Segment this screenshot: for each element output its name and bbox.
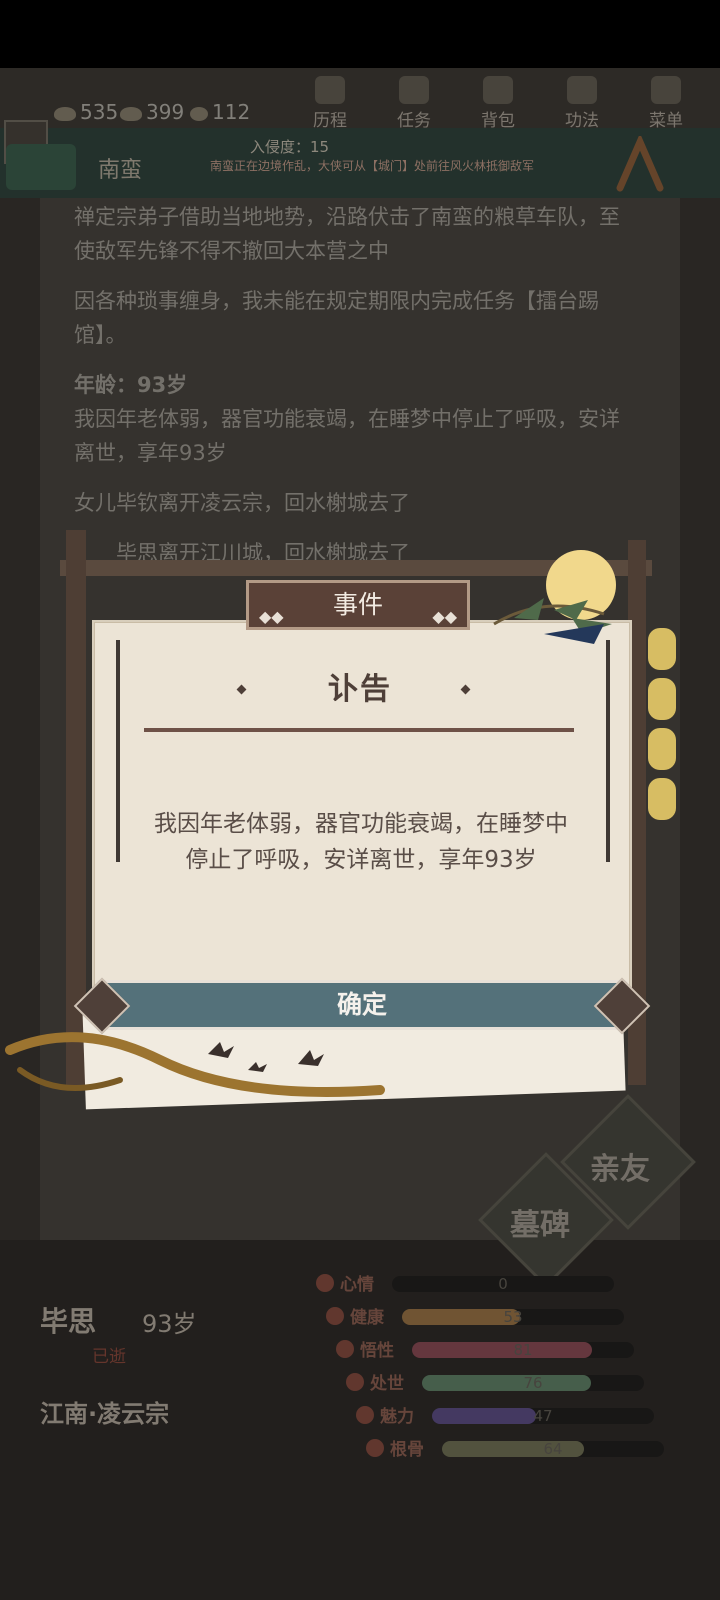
title-divider [144,728,574,732]
event-tag: ◆◆ 事件 ◆◆ [246,580,470,630]
lantern-icon [648,778,676,820]
golden-swirl-decoration [5,1032,385,1097]
dialog-title: 讣告 [328,672,392,707]
bamboo-leaves-icon [493,598,612,644]
diamond-ornament-icon: ◆◆ [432,607,457,626]
lantern-icon [648,628,676,670]
event-tag-label: 事件 [332,590,383,619]
dialog-body: 我因年老体弱，器官功能衰竭，在睡梦中停止了呼吸，安详离世，享年93岁 [154,811,568,873]
lantern-icon [648,728,676,770]
diamond-ornament-icon: ◆◆ [259,607,284,626]
status-bar [0,0,720,68]
lantern-icon [648,678,676,720]
